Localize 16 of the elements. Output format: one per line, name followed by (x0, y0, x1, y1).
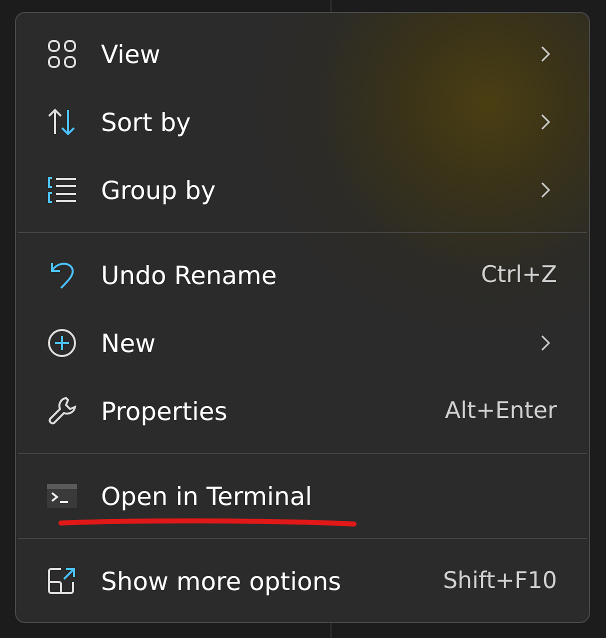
menu-item[interactable]: Properties Alt+Enter (16, 377, 589, 445)
grid-icon (46, 38, 78, 70)
plus-circle-icon (46, 327, 78, 359)
menu-item[interactable]: New (16, 309, 589, 377)
menu-item[interactable]: Show more options Shift+F10 (16, 547, 589, 615)
menu-item[interactable]: Sort by (16, 88, 589, 156)
shortcut-text: Ctrl+Z (481, 262, 557, 288)
expand-icon (46, 565, 78, 597)
menu-item[interactable]: View (16, 20, 589, 88)
shortcut-text: Shift+F10 (442, 568, 557, 594)
group-list-icon (46, 174, 78, 206)
menu-item[interactable]: Open in Terminal (16, 462, 589, 530)
shortcut-text: Alt+Enter (444, 398, 557, 424)
menu-item[interactable]: Undo Rename Ctrl+Z (16, 241, 589, 309)
menu-item[interactable]: Group by (16, 156, 589, 224)
wrench-icon (46, 395, 78, 427)
